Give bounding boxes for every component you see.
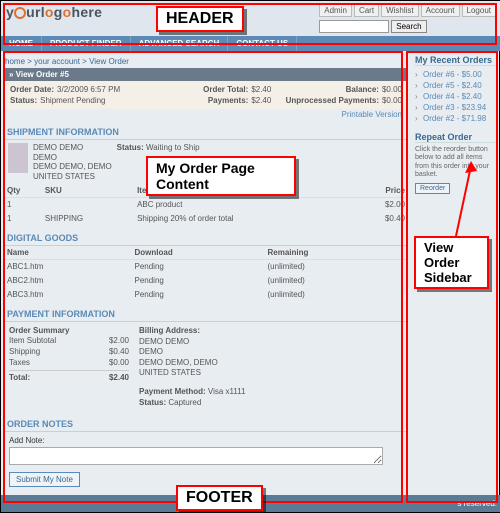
note-textarea[interactable] bbox=[9, 447, 383, 465]
shipping-address: DEMO DEMODEMODEMO DEMO, DEMOUNITED STATE… bbox=[33, 143, 112, 181]
wishlist-link[interactable]: Wishlist bbox=[381, 4, 419, 17]
billing-address: Billing Address: DEMO DEMODEMODEMO DEMO,… bbox=[139, 326, 246, 408]
recent-order-link[interactable]: Order #6 - $5.00 bbox=[415, 69, 497, 80]
search-button[interactable]: Search bbox=[391, 20, 426, 33]
search-input[interactable] bbox=[319, 20, 389, 33]
main-content: home > your account > View Order » View … bbox=[1, 51, 411, 495]
table-row: ABC1.htmPending(unlimited) bbox=[5, 260, 407, 274]
sidebar: My Recent Orders Order #6 - $5.00 Order … bbox=[411, 51, 500, 495]
table-row: ABC3.htmPending(unlimited) bbox=[5, 288, 407, 302]
account-link[interactable]: Account bbox=[421, 4, 460, 17]
recent-orders-heading: My Recent Orders bbox=[415, 55, 497, 66]
add-note-label: Add Note: bbox=[9, 436, 403, 445]
package-icon bbox=[8, 143, 28, 173]
breadcrumb: home > your account > View Order bbox=[5, 55, 407, 68]
utility-links: Admin Cart Wishlist Account Logout bbox=[319, 4, 496, 17]
recent-order-link[interactable]: Order #3 - $23.94 bbox=[415, 102, 497, 113]
crumb-home[interactable]: home bbox=[5, 57, 25, 66]
digital-goods-table: NameDownloadRemaining ABC1.htmPending(un… bbox=[5, 246, 407, 302]
crumb-account[interactable]: your account bbox=[34, 57, 80, 66]
digital-goods-heading: DIGITAL GOODS bbox=[5, 229, 407, 246]
main-nav: HOME PRODUCT FINDER ADVANCED SEARCH CONT… bbox=[1, 36, 500, 51]
order-summary: Order Summary Item Subtotal$2.00 Shippin… bbox=[9, 326, 129, 408]
order-info: Order Date: 3/2/2009 6:57 PM Order Total… bbox=[5, 81, 407, 109]
table-row: 1ABC product$2.00 bbox=[5, 198, 407, 212]
table-row: 1SHIPPINGShipping 20% of order total$0.4… bbox=[5, 212, 407, 226]
repeat-order-heading: Repeat Order bbox=[415, 132, 497, 143]
recent-order-link[interactable]: Order #4 - $2.40 bbox=[415, 91, 497, 102]
header-bar: yurlogohere Admin Cart Wishlist Account … bbox=[1, 1, 500, 36]
logout-link[interactable]: Logout bbox=[462, 4, 496, 17]
repeat-order-text: Click the reorder button below to add al… bbox=[415, 146, 497, 180]
crumb-view-order: View Order bbox=[89, 57, 129, 66]
shipment-info-heading: SHIPMENT INFORMATION bbox=[5, 123, 407, 140]
recent-order-link[interactable]: Order #5 - $2.40 bbox=[415, 80, 497, 91]
recent-order-link[interactable]: Order #2 - $71.98 bbox=[415, 113, 497, 124]
printable-version-link[interactable]: Printable Version bbox=[5, 109, 407, 120]
nav-contact-us[interactable]: CONTACT US bbox=[228, 36, 297, 51]
cart-link[interactable]: Cart bbox=[354, 4, 379, 17]
shipment-items-table: QtySKUItemPrice 1ABC product$2.00 1SHIPP… bbox=[5, 184, 407, 226]
order-notes-heading: ORDER NOTES bbox=[5, 415, 407, 432]
nav-advanced-search[interactable]: ADVANCED SEARCH bbox=[131, 36, 229, 51]
order-title-bar: » View Order #5 bbox=[5, 68, 407, 81]
footer: s reserved. bbox=[1, 495, 500, 512]
nav-product-finder[interactable]: PRODUCT FINDER bbox=[42, 36, 131, 51]
nav-home[interactable]: HOME bbox=[1, 36, 42, 51]
recent-orders-list: Order #6 - $5.00 Order #5 - $2.40 Order … bbox=[415, 69, 497, 124]
submit-note-button[interactable]: Submit My Note bbox=[9, 472, 80, 487]
table-row: ABC2.htmPending(unlimited) bbox=[5, 274, 407, 288]
reorder-button[interactable]: Reorder bbox=[415, 183, 450, 194]
payment-info-heading: PAYMENT INFORMATION bbox=[5, 305, 407, 322]
logo: yurlogohere bbox=[6, 4, 102, 20]
admin-link[interactable]: Admin bbox=[319, 4, 352, 17]
logo-icon bbox=[14, 7, 26, 19]
